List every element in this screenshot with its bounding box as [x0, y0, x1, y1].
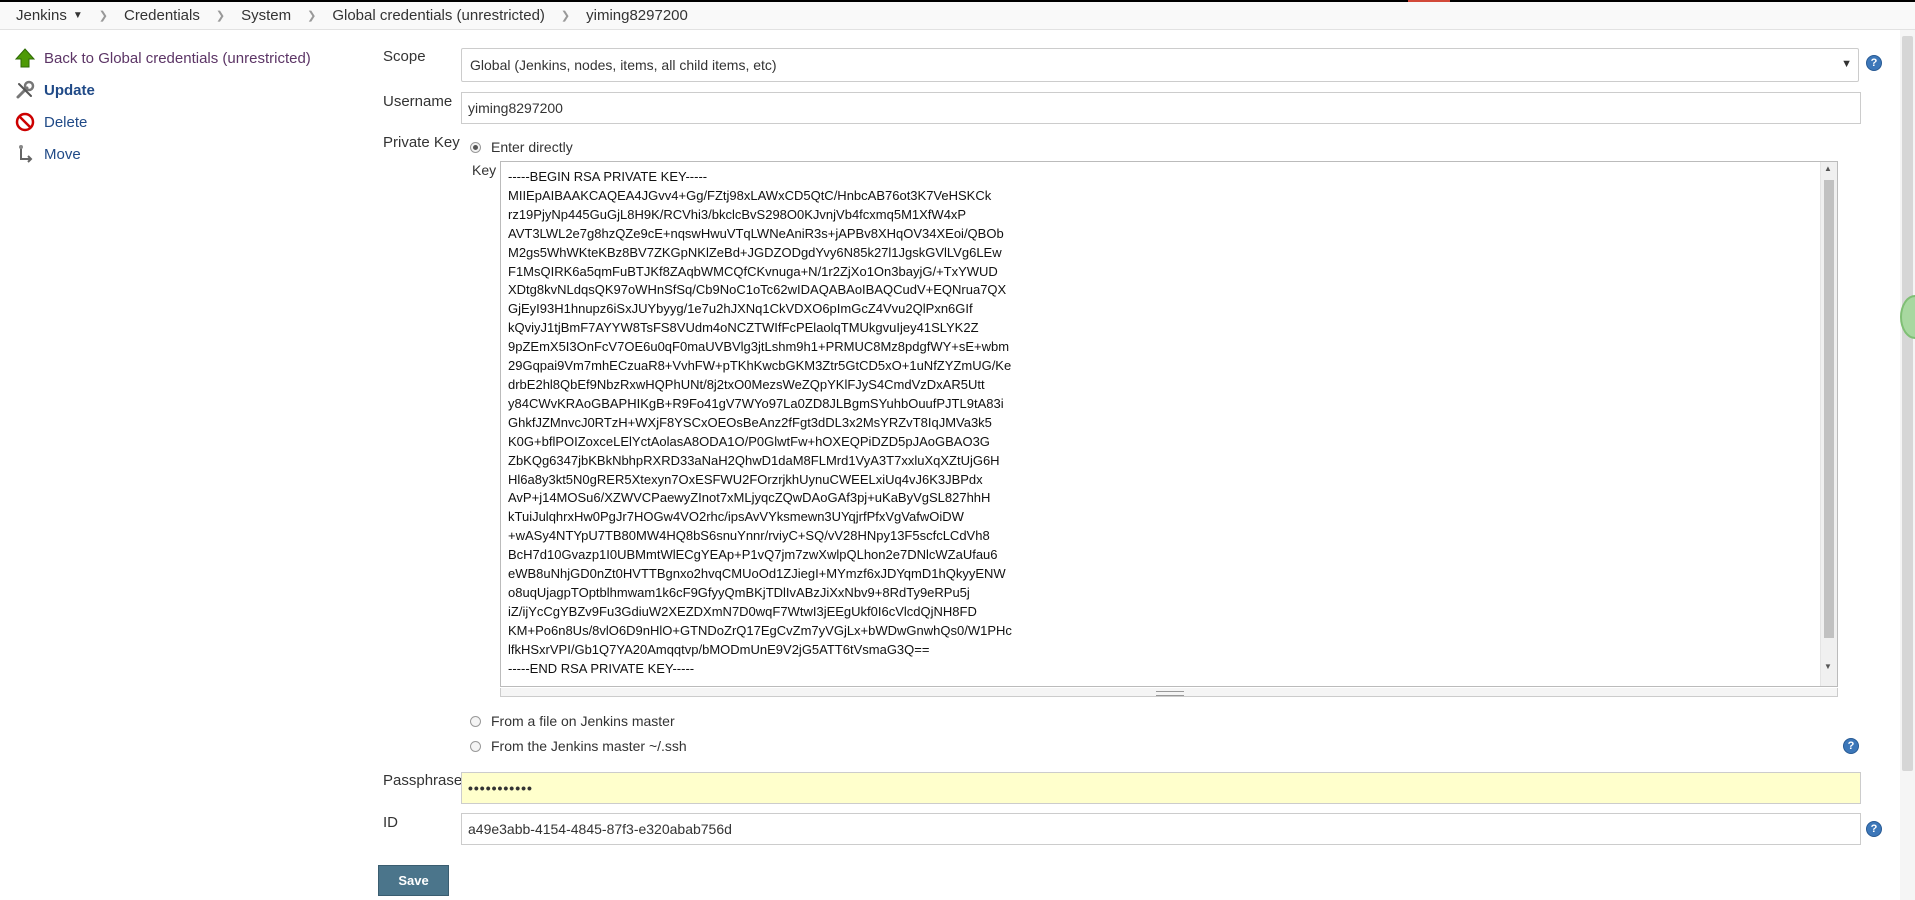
username-label: Username: [383, 93, 453, 110]
passphrase-field[interactable]: •••••••••••: [461, 772, 1861, 804]
save-button[interactable]: Save: [378, 865, 449, 896]
radio-button[interactable]: [470, 715, 481, 727]
breadcrumb-item-system[interactable]: System: [227, 7, 305, 24]
chevron-down-icon[interactable]: ▼: [73, 10, 83, 21]
textarea-scrollbar[interactable]: ▲ ▼: [1820, 162, 1837, 686]
chevron-right-icon: ❯: [98, 10, 108, 22]
master-ssh-option[interactable]: From the Jenkins master ~/.ssh: [470, 738, 687, 754]
breadcrumb-item-credential[interactable]: yiming8297200: [572, 7, 702, 24]
breadcrumb-label[interactable]: yiming8297200: [586, 7, 688, 24]
master-ssh-label[interactable]: From the Jenkins master ~/.ssh: [491, 738, 687, 754]
breadcrumb-item-jenkins[interactable]: Jenkins ▼: [0, 7, 97, 24]
passphrase-value: •••••••••••: [468, 780, 533, 796]
breadcrumb-label[interactable]: System: [241, 7, 291, 24]
enter-directly-label[interactable]: Enter directly: [491, 139, 573, 155]
breadcrumb: Jenkins ▼ ❯ Credentials ❯ System ❯ Globa…: [0, 2, 1915, 30]
passphrase-label: Passphrase: [383, 772, 463, 789]
page-scrollbar-thumb[interactable]: [1902, 36, 1913, 771]
radio-button-selected[interactable]: [470, 141, 481, 153]
breadcrumb-label[interactable]: Jenkins: [16, 7, 67, 24]
username-value: yiming8297200: [468, 100, 563, 116]
id-value: a49e3abb-4154-4845-87f3-e320abab756d: [468, 821, 732, 837]
update-link[interactable]: Update: [44, 82, 95, 99]
enter-directly-option[interactable]: Enter directly: [470, 139, 573, 155]
delete-task[interactable]: Delete: [14, 108, 87, 136]
scroll-down-icon[interactable]: ▼: [1824, 662, 1832, 671]
scope-selected-value: Global (Jenkins, nodes, items, all child…: [470, 57, 777, 73]
key-label: Key: [472, 162, 497, 178]
scope-select[interactable]: Global (Jenkins, nodes, items, all child…: [461, 48, 1859, 82]
help-icon[interactable]: ?: [1866, 821, 1882, 837]
breadcrumb-item-global-credentials[interactable]: Global credentials (unrestricted): [318, 7, 559, 24]
username-field[interactable]: yiming8297200: [461, 92, 1861, 124]
help-icon[interactable]: ?: [1843, 738, 1859, 754]
file-on-master-label[interactable]: From a file on Jenkins master: [491, 713, 675, 729]
back-task[interactable]: Back to Global credentials (unrestricted…: [14, 44, 311, 72]
breadcrumb-item-credentials[interactable]: Credentials: [110, 7, 214, 24]
scope-label: Scope: [383, 48, 426, 65]
textarea-resize-handle[interactable]: [500, 688, 1838, 697]
breadcrumb-label[interactable]: Global credentials (unrestricted): [332, 7, 545, 24]
private-key-label: Private Key: [383, 134, 460, 151]
breadcrumb-label[interactable]: Credentials: [124, 7, 200, 24]
private-key-textarea[interactable]: -----BEGIN RSA PRIVATE KEY----- MIIEpAIB…: [500, 161, 1838, 687]
radio-button[interactable]: [470, 740, 481, 752]
back-link[interactable]: Back to Global credentials (unrestricted…: [44, 50, 311, 67]
chevron-right-icon: ❯: [215, 10, 226, 22]
help-icon[interactable]: ?: [1866, 55, 1882, 71]
chevron-right-icon: ❯: [307, 10, 317, 22]
no-entry-icon[interactable]: [14, 111, 36, 133]
green-up-arrow-icon[interactable]: [14, 47, 36, 69]
chevron-down-icon: ▼: [1841, 58, 1852, 70]
move-link[interactable]: Move: [44, 146, 81, 163]
id-label: ID: [383, 814, 398, 831]
scrollbar-thumb[interactable]: [1824, 180, 1834, 638]
delete-link[interactable]: Delete: [44, 114, 87, 131]
resize-grip-icon[interactable]: [1156, 691, 1184, 696]
update-task[interactable]: Update: [14, 76, 95, 104]
page-scrollbar[interactable]: [1900, 30, 1915, 900]
private-key-text[interactable]: -----BEGIN RSA PRIVATE KEY----- MIIEpAIB…: [508, 168, 1012, 678]
wrench-screwdriver-icon[interactable]: [14, 79, 36, 101]
file-on-master-option[interactable]: From a file on Jenkins master: [470, 713, 675, 729]
id-field[interactable]: a49e3abb-4154-4845-87f3-e320abab756d: [461, 813, 1861, 845]
move-task[interactable]: Move: [14, 140, 81, 168]
scroll-up-icon[interactable]: ▲: [1824, 164, 1832, 173]
move-icon[interactable]: [14, 143, 36, 165]
chevron-right-icon: ❯: [560, 10, 571, 22]
